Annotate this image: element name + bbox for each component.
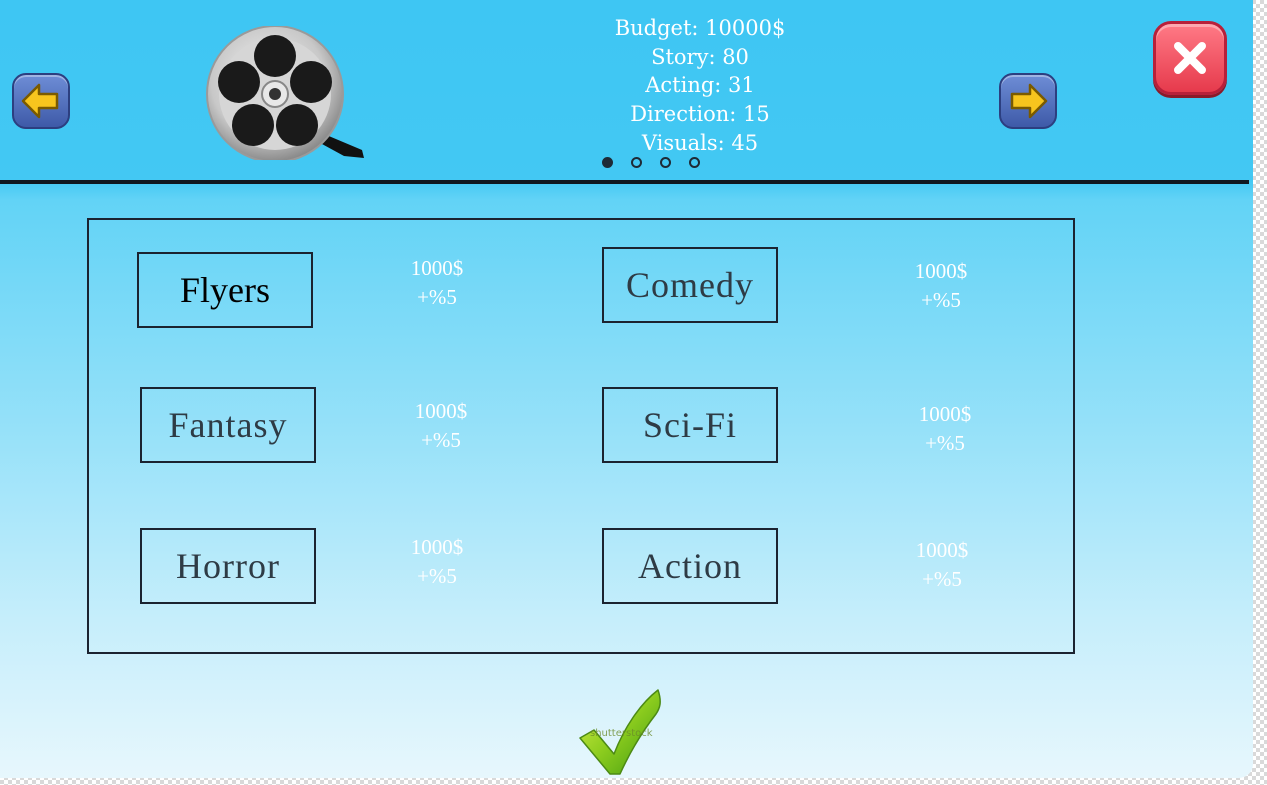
bonus-text: +%5 [417, 285, 457, 309]
price-text: 1000$ [914, 259, 968, 283]
genre-price-flyers: 1000$ +%5 [392, 254, 482, 312]
close-button[interactable] [1153, 21, 1227, 95]
page-dot-3[interactable] [660, 157, 671, 168]
story-stat: Story: 80 [651, 44, 749, 69]
bonus-text: +%5 [421, 428, 461, 452]
direction-stat: Direction: 15 [630, 102, 770, 127]
genre-label: Sci-Fi [642, 405, 737, 445]
genre-button-horror[interactable]: Horror [140, 528, 316, 604]
price-text: 1000$ [414, 399, 468, 423]
genre-price-comedy: 1000$ +%5 [896, 257, 986, 315]
previous-button[interactable] [12, 73, 70, 129]
genre-label: Fantasy [168, 405, 288, 445]
price-text: 1000$ [918, 402, 972, 426]
genre-button-sci-fi[interactable]: Sci-Fi [602, 387, 778, 463]
header-divider [0, 180, 1249, 184]
bonus-text: +%5 [925, 431, 965, 455]
acting-stat: Acting: 31 [645, 73, 755, 98]
genre-price-sci-fi: 1000$ +%5 [900, 400, 990, 458]
genre-label: Action [638, 546, 742, 586]
page-dot-4[interactable] [689, 157, 700, 168]
genre-price-action: 1000$ +%5 [897, 536, 987, 594]
bonus-text: +%5 [921, 288, 961, 312]
next-button[interactable] [999, 73, 1057, 129]
close-icon [1174, 42, 1206, 74]
watermark-text: shutterstock [590, 728, 653, 739]
bonus-text: +%5 [922, 567, 962, 591]
page-dot-1[interactable] [602, 157, 613, 168]
page-dot-2[interactable] [631, 157, 642, 168]
genre-button-flyers[interactable]: Flyers [137, 252, 313, 328]
visuals-stat: Visuals: 45 [641, 130, 759, 155]
genre-price-fantasy: 1000$ +%5 [396, 397, 486, 455]
page-indicator [602, 157, 700, 168]
price-text: 1000$ [410, 256, 464, 280]
genre-button-comedy[interactable]: Comedy [602, 247, 778, 323]
game-screen: Budget: 10000$ Story: 80 Acting: 31 Dire… [0, 0, 1253, 778]
left-arrow-icon [21, 83, 59, 119]
price-text: 1000$ [410, 535, 464, 559]
budget-text: Budget: 10000$ [614, 16, 786, 40]
price-text: 1000$ [915, 538, 969, 562]
genre-label: Flyers [180, 270, 270, 310]
genre-label: Horror [176, 546, 280, 586]
genre-button-action[interactable]: Action [602, 528, 778, 604]
film-reel-icon [204, 25, 368, 164]
bonus-text: +%5 [417, 564, 457, 588]
genre-button-fantasy[interactable]: Fantasy [140, 387, 316, 463]
genre-price-horror: 1000$ +%5 [392, 533, 482, 591]
right-arrow-icon [1010, 83, 1048, 119]
stats-panel: Budget: 10000$ Story: 80 Acting: 31 Dire… [598, 14, 802, 158]
genre-label: Comedy [626, 265, 754, 305]
